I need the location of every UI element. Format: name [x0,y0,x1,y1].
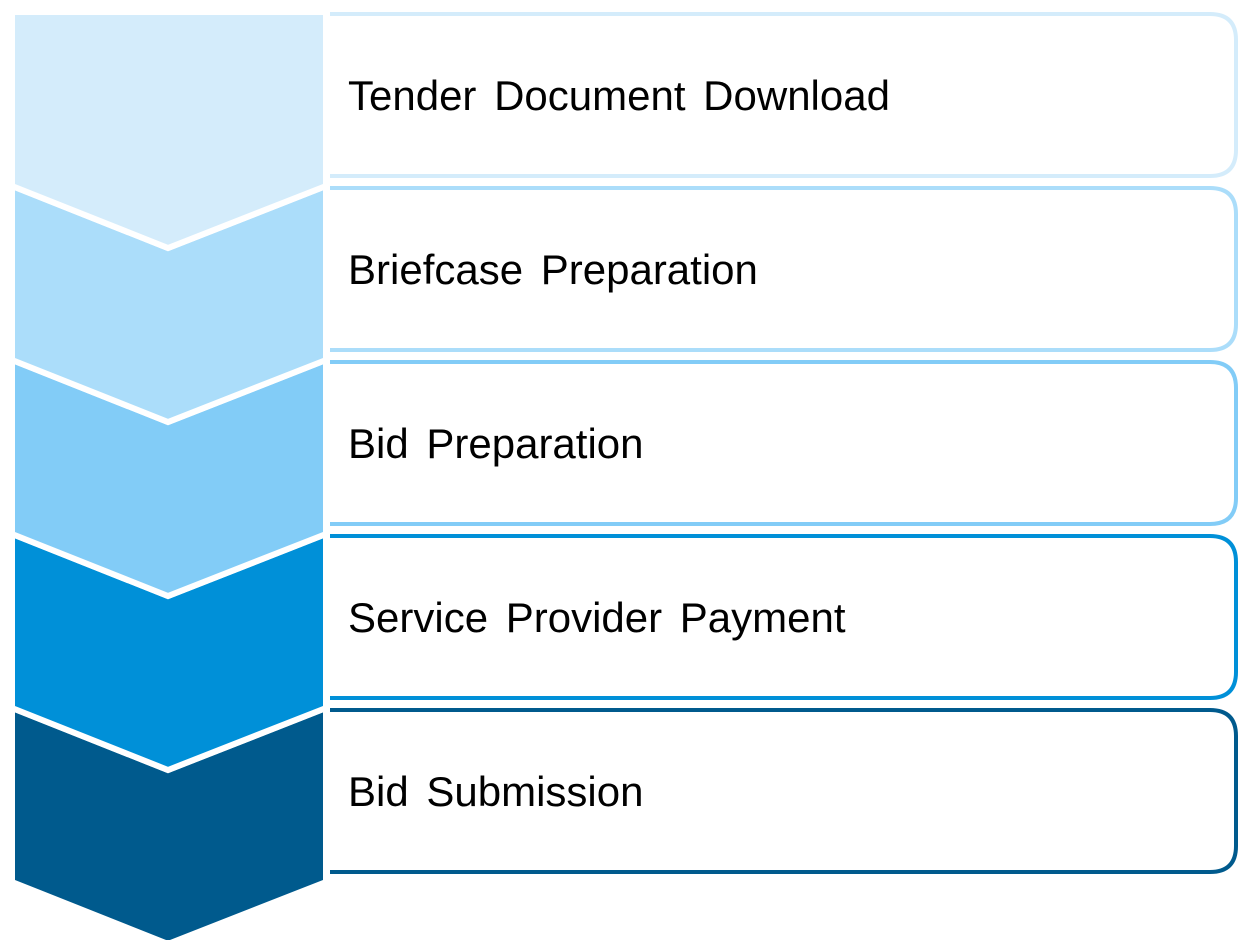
step-label-2: Briefcase Preparation [348,246,758,293]
step-label-1: Tender Document Download [348,72,890,119]
process-chevron-diagram: Tender Document Download Briefcase Prepar… [9,9,1238,940]
step-label-5: Bid Submission [348,768,643,815]
step-label-3: Bid Preparation [348,420,644,467]
step-label-4: Service Provider Payment [348,594,846,641]
